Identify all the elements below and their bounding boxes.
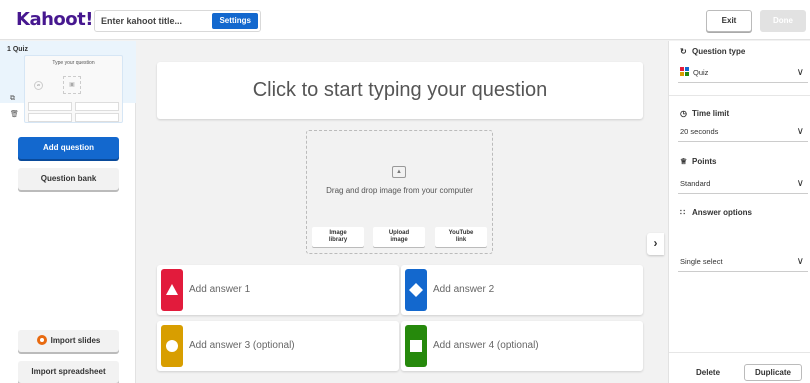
kahoot-logo[interactable]: Kahoot! [16, 9, 93, 30]
title-field[interactable]: Settings [94, 10, 261, 32]
answer-options-heading: ∷ Answer options [680, 208, 752, 217]
answer-1[interactable]: Add answer 1 [157, 265, 399, 315]
youtube-link-button[interactable]: YouTube link [435, 227, 487, 247]
question-type-heading: ↻ Question type [680, 47, 745, 56]
thumb-answer [28, 102, 72, 111]
answer-label: Add answer 2 [433, 284, 495, 295]
divider [669, 95, 810, 96]
delete-button[interactable]: Delete [696, 368, 720, 377]
question-settings-panel: ↻ Question type Quiz ∨ ◷ Time limit 20 sec… [668, 41, 810, 383]
exit-button[interactable]: Exit [706, 10, 752, 32]
image-icon: ▲ [392, 166, 406, 178]
divider [669, 352, 810, 353]
time-limit-label: Time limit [692, 109, 730, 118]
time-limit-select[interactable]: 20 seconds ∨ [678, 122, 808, 142]
image-library-button[interactable]: Image library [312, 227, 364, 247]
import-spreadsheet-button[interactable]: Import spreadsheet [18, 361, 119, 383]
upload-image-button[interactable]: Upload image [373, 227, 425, 247]
media-dropzone[interactable]: ▲ Drag and drop image from your computer… [306, 130, 493, 254]
button-label: YouTube [448, 230, 474, 236]
triangle-icon [161, 269, 183, 311]
slides-sidebar: 1 Quiz ⧉ 🗑 Type your question 20 ▣ Add q… [0, 41, 136, 383]
points-heading: ♕ Points [680, 157, 716, 166]
clock-icon: ◷ [680, 109, 687, 118]
dropzone-text: Drag and drop image from your computer [326, 186, 473, 195]
chevron-down-icon: ∨ [796, 126, 804, 137]
question-type-select[interactable]: Quiz ∨ [678, 63, 808, 83]
top-bar: Kahoot! Settings Exit Done [0, 0, 810, 40]
chevron-down-icon: ∨ [796, 178, 804, 189]
points-select[interactable]: Standard ∨ [678, 174, 808, 194]
question-type-value: Quiz [693, 68, 709, 77]
answer-2[interactable]: Add answer 2 [401, 265, 643, 315]
import-slides-label: Import slides [50, 336, 101, 345]
slide-label: 1 Quiz [7, 46, 29, 53]
thumb-image-icon: ▣ [63, 76, 81, 94]
add-question-button[interactable]: Add question [18, 137, 119, 159]
square-icon [405, 325, 427, 367]
chevron-down-icon: ∨ [796, 256, 804, 267]
thumb-answer [75, 102, 119, 111]
answer-4[interactable]: Add answer 4 (optional) [401, 321, 643, 371]
answer-options-value: Single select [680, 257, 723, 266]
thumb-timer-icon: 20 [34, 81, 43, 90]
button-label: library [328, 237, 348, 243]
button-label: link [455, 237, 467, 243]
question-type-icon: ↻ [680, 47, 687, 56]
grid-icon: ∷ [680, 208, 686, 217]
import-slides-button[interactable]: Import slides [18, 330, 119, 352]
circle-icon [161, 325, 183, 367]
thumb-question-text: Type your question [52, 60, 95, 66]
duplicate-slide-icon[interactable]: ⧉ [10, 95, 15, 103]
kahoot-title-input[interactable] [101, 11, 201, 31]
question-placeholder: Click to start typing your question [252, 79, 548, 101]
thumb-answer [75, 113, 119, 122]
delete-slide-icon[interactable]: 🗑 [10, 110, 19, 118]
answer-options-label: Answer options [692, 208, 753, 217]
question-input[interactable]: Click to start typing your question [157, 62, 643, 119]
answer-3[interactable]: Add answer 3 (optional) [157, 321, 399, 371]
chevron-right-icon[interactable]: › [647, 233, 664, 255]
question-type-label: Question type [692, 47, 746, 56]
button-label: image [390, 237, 408, 243]
time-limit-heading: ◷ Time limit [680, 109, 729, 118]
answer-label: Add answer 3 (optional) [189, 340, 295, 351]
answer-label: Add answer 1 [189, 284, 251, 295]
thumb-answer [28, 113, 72, 122]
slide-thumbnail[interactable]: Type your question 20 ▣ [24, 55, 123, 123]
button-label: Upload [388, 230, 410, 236]
settings-button[interactable]: Settings [212, 13, 258, 29]
trophy-icon: ♕ [680, 157, 688, 166]
chevron-down-icon: ∨ [796, 67, 804, 78]
diamond-icon [405, 269, 427, 311]
duplicate-button[interactable]: Duplicate [744, 364, 802, 381]
button-label: Image [329, 230, 347, 236]
question-bank-button[interactable]: Question bank [18, 168, 119, 190]
points-label: Points [692, 157, 717, 166]
answer-options-select[interactable]: Single select ∨ [678, 252, 808, 272]
import-slides-icon [36, 335, 47, 345]
time-limit-value: 20 seconds [680, 127, 719, 136]
answer-label: Add answer 4 (optional) [433, 340, 539, 351]
quiz-icon [680, 67, 689, 76]
points-value: Standard [680, 179, 711, 188]
done-button[interactable]: Done [760, 10, 806, 32]
